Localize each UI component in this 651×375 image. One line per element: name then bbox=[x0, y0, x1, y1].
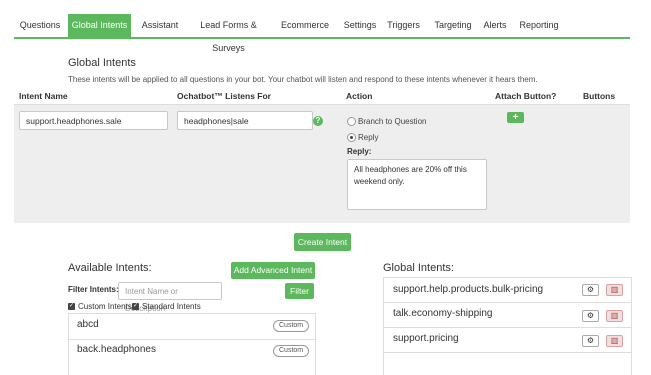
list-item: support.help.products.bulk-pricing ⚙ ▥ bbox=[384, 278, 631, 303]
listens-for-input[interactable]: headphones|sale bbox=[177, 111, 313, 130]
branch-radio[interactable] bbox=[347, 117, 356, 126]
filter-input[interactable]: Intent Name or Description bbox=[118, 282, 222, 313]
custom-intents-label: Custom Intents bbox=[78, 302, 132, 311]
available-intents-title: Available Intents: bbox=[68, 262, 152, 274]
list-item: talk.economy-shipping ⚙ ▥ bbox=[384, 303, 631, 328]
reply-textarea[interactable]: All headphones are 20% off this weekend … bbox=[347, 159, 487, 210]
custom-badge: Custom bbox=[273, 345, 310, 357]
intent-name: abcd bbox=[77, 319, 99, 330]
standard-intents-label: Standard Intents bbox=[142, 302, 201, 311]
reply-radio[interactable] bbox=[347, 133, 356, 142]
add-advanced-intent-button[interactable]: Add Advanced Intent bbox=[231, 262, 315, 279]
custom-badge: Custom bbox=[273, 320, 310, 332]
help-icon[interactable]: ? bbox=[313, 116, 323, 126]
tab-alerts[interactable]: Alerts bbox=[480, 14, 510, 37]
intent-name-input[interactable]: support.headphones.sale bbox=[19, 111, 168, 130]
column-listens-for: Ochatbot™ Listens For bbox=[177, 91, 271, 101]
tab-questions[interactable]: Questions bbox=[14, 14, 66, 37]
tab-assistant[interactable]: Assistant bbox=[134, 14, 186, 37]
tab-settings[interactable]: Settings bbox=[339, 14, 381, 37]
list-item: support.pricing ⚙ ▥ bbox=[384, 328, 631, 353]
column-intent-name: Intent Name bbox=[19, 91, 68, 101]
tab-reporting[interactable]: Reporting bbox=[516, 14, 562, 37]
page-title: Global Intents bbox=[68, 57, 136, 69]
tab-bar: Questions Global Intents Assistant Lead … bbox=[14, 14, 630, 53]
tab-triggers[interactable]: Triggers bbox=[386, 14, 421, 37]
intent-name: back.headphones bbox=[77, 344, 156, 355]
column-attach-button: Attach Button? bbox=[495, 91, 557, 101]
tab-global-intents[interactable]: Global Intents bbox=[68, 14, 131, 37]
tab-lead-forms[interactable]: Lead Forms & Surveys bbox=[187, 14, 270, 53]
list-item[interactable]: abcd Custom bbox=[69, 314, 315, 340]
filter-label: Filter Intents: bbox=[68, 285, 119, 294]
page-description: These intents will be applied to all que… bbox=[68, 75, 538, 84]
custom-intents-checkbox[interactable]: ✓ bbox=[68, 303, 75, 310]
create-intent-button[interactable]: Create Intent bbox=[294, 233, 351, 251]
trash-icon[interactable]: ▥ bbox=[606, 284, 623, 296]
trash-icon[interactable]: ▥ bbox=[606, 310, 623, 322]
reply-label: Reply bbox=[358, 133, 379, 142]
intent-name: support.help.products.bulk-pricing bbox=[393, 284, 544, 295]
gear-icon[interactable]: ⚙ bbox=[582, 310, 599, 322]
gear-icon[interactable]: ⚙ bbox=[582, 335, 599, 347]
column-action: Action bbox=[346, 91, 373, 101]
intent-name: support.pricing bbox=[393, 333, 459, 344]
tab-targeting[interactable]: Targeting bbox=[430, 14, 476, 37]
column-buttons: Buttons bbox=[583, 91, 616, 101]
trash-icon[interactable]: ▥ bbox=[606, 335, 623, 347]
gear-icon[interactable]: ⚙ bbox=[582, 284, 599, 296]
list-item[interactable]: back.headphones Custom bbox=[69, 340, 315, 365]
add-button-icon[interactable]: + bbox=[507, 112, 524, 123]
standard-intents-checkbox[interactable]: ✓ bbox=[132, 303, 139, 310]
filter-button[interactable]: Filter bbox=[285, 283, 314, 299]
available-intents-list: abcd Custom back.headphones Custom bbox=[68, 313, 316, 375]
branch-label: Branch to Question bbox=[358, 117, 427, 126]
global-intents-title: Global Intents: bbox=[383, 262, 454, 274]
tab-ecommerce[interactable]: Ecommerce bbox=[276, 14, 334, 37]
reply-heading: Reply: bbox=[347, 147, 372, 156]
global-intents-list: support.help.products.bulk-pricing ⚙ ▥ t… bbox=[383, 277, 632, 375]
intent-name: talk.economy-shipping bbox=[393, 308, 493, 319]
